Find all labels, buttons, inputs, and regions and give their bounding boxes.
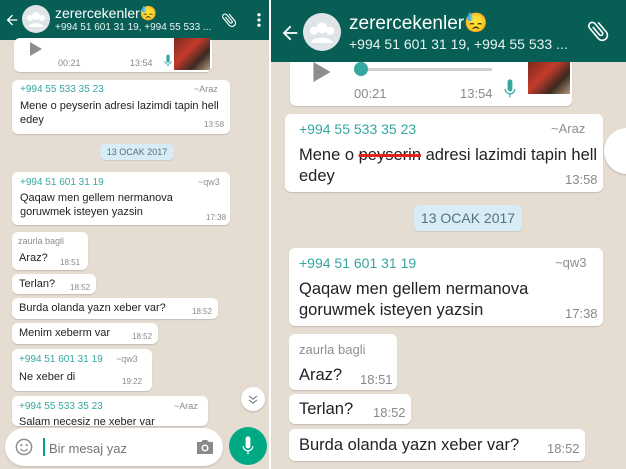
chat-title-emoji: 😓: [464, 13, 488, 34]
message-bubble-8[interactable]: +994 55 533 35 23 ~Araz Salam necesiz ne…: [12, 396, 208, 428]
message-sender-name: ~qw3: [555, 255, 587, 270]
mic-icon: [504, 79, 516, 98]
audio-sender-thumbnail: [174, 38, 210, 70]
message-time: 18:52: [132, 332, 153, 341]
message-sender[interactable]: +994 55 533 35 23: [19, 401, 103, 412]
message-input[interactable]: [47, 437, 181, 459]
message-time: 18:52: [192, 307, 213, 316]
message-text: Burda olanda yazn xeber var?: [299, 436, 520, 454]
voice-record-button[interactable]: [229, 427, 267, 465]
message-text: Ne xeber di: [19, 371, 76, 383]
more-vert-icon[interactable]: [254, 11, 264, 29]
paperclip-icon[interactable]: [220, 11, 238, 29]
message-bubble-1[interactable]: +994 55 533 35 23 ~Araz Mene o peyserin …: [12, 80, 230, 134]
message-bubble-5[interactable]: Burda olanda yazn xeber var? 18:52: [12, 298, 218, 319]
audio-progress-track: [354, 68, 492, 71]
message-time: 17:38: [565, 306, 598, 321]
audio-timestamp: 13:54: [130, 58, 153, 68]
mic-icon: [164, 54, 172, 67]
audio-elapsed: 00:21: [58, 58, 81, 68]
message-sender-name: ~Araz: [551, 121, 586, 136]
chat-subtitle: +994 51 601 31 19, +994 55 533 ...: [55, 22, 212, 33]
audio-message: 00:21 13:54: [14, 38, 212, 72]
camera-icon[interactable]: [195, 438, 215, 456]
emoji-icon[interactable]: [15, 438, 33, 456]
audio-elapsed: 00:21: [354, 86, 387, 101]
back-arrow-icon[interactable]: [4, 12, 20, 28]
message-text: Burda olanda yazn xeber var?: [19, 302, 166, 314]
message-time: 13:58: [565, 172, 598, 187]
message-bubble-2[interactable]: +994 51 601 31 19 ~qw3 Qaqaw men gellem …: [289, 248, 603, 326]
audio-seek-handle[interactable]: [354, 62, 368, 76]
message-text: Araz?: [19, 252, 48, 264]
group-avatar[interactable]: [303, 13, 341, 51]
message-bubble-2[interactable]: +994 51 601 31 19 ~qw3 Qaqaw men gellem …: [12, 172, 230, 225]
message-sender[interactable]: zaurla bagli: [299, 342, 366, 357]
message-bubble-6[interactable]: Menim xeberm var 18:52: [12, 323, 158, 344]
message-sender[interactable]: +994 55 533 35 23: [299, 121, 416, 137]
chat-title-emoji: 😓: [139, 5, 158, 21]
message-time: 18:52: [70, 283, 91, 292]
mic-icon: [242, 436, 254, 455]
message-text: Terlan?: [299, 400, 354, 418]
message-time: 18:52: [547, 441, 580, 456]
audio-sender-thumbnail: [528, 62, 570, 94]
message-bubble-1[interactable]: +994 55 533 35 23 ~Araz Mene o peyserin …: [285, 114, 603, 192]
chat-title[interactable]: zerercekenler😓: [349, 11, 579, 35]
group-avatar-icon: [309, 22, 335, 43]
message-sender-name: ~Araz: [194, 84, 218, 94]
group-avatar[interactable]: [22, 5, 50, 33]
chat-header: zerercekenler😓 +994 51 601 31 19, +994 5…: [0, 0, 269, 40]
forward-shortcut-button[interactable]: [604, 128, 626, 174]
text-cursor: [43, 438, 45, 456]
chat-header-zoom: zerercekenler😓 +994 51 601 31 19, +994 5…: [271, 0, 626, 62]
chat-panel-right: zerercekenler😓 +994 51 601 31 19, +994 5…: [271, 0, 626, 469]
paperclip-icon[interactable]: [585, 18, 611, 44]
back-arrow-icon[interactable]: [279, 22, 301, 44]
message-time: 19:22: [122, 377, 143, 386]
message-sender-name: ~Araz: [174, 401, 198, 411]
message-time: 17:38: [206, 213, 227, 222]
message-sender-name: ~qw3: [198, 177, 220, 187]
message-text: Qaqaw men gellem nermanova goruwmek iste…: [20, 192, 173, 218]
date-divider: 13 OCAK 2017: [414, 205, 522, 231]
message-text: Qaqaw men gellem nermanova goruwmek iste…: [299, 280, 529, 319]
message-sender[interactable]: +994 51 601 31 19: [19, 354, 103, 365]
date-divider: 13 OCAK 2017: [100, 144, 174, 160]
message-time: 18:52: [373, 405, 406, 420]
message-sender[interactable]: zaurla bagli: [18, 236, 64, 246]
message-time: 13:58: [204, 120, 225, 129]
chat-title-text: zerercekenler: [349, 13, 465, 34]
audio-message: 00:21 13:54: [290, 62, 572, 106]
chat-title-text: zerercekenler: [55, 5, 140, 21]
scroll-down-button[interactable]: [241, 387, 265, 411]
audio-timestamp: 13:54: [460, 86, 493, 101]
message-sender[interactable]: +994 51 601 31 19: [20, 177, 104, 188]
message-time: 18:51: [360, 372, 393, 387]
message-bubble-3[interactable]: zaurla bagli Araz? 18:51: [12, 232, 88, 270]
message-sender[interactable]: +994 51 601 31 19: [299, 255, 416, 271]
message-bubble-5[interactable]: Burda olanda yazn xeber var? 18:52: [289, 429, 585, 461]
message-text: Mene o peyserin adresi lazimdi tapin hel…: [299, 146, 598, 185]
message-time: 18:51: [60, 258, 81, 267]
chat-subtitle: +994 51 601 31 19, +994 55 533 ...: [349, 36, 568, 52]
message-text: Araz?: [299, 366, 343, 384]
message-text: Terlan?: [19, 278, 56, 290]
message-bubble-4[interactable]: Terlan? 18:52: [12, 274, 96, 294]
composer-bar: [5, 428, 223, 466]
chat-title[interactable]: zerercekenler😓: [55, 5, 205, 22]
message-sender-name: ~qw3: [116, 354, 138, 364]
message-bubble-3[interactable]: zaurla bagli Araz? 18:51: [289, 334, 397, 390]
group-avatar-icon: [27, 12, 45, 27]
chevron-down-icon: [248, 395, 258, 404]
message-sender[interactable]: +994 55 533 35 23: [20, 84, 104, 95]
chat-panel-left: zerercekenler😓 +994 51 601 31 19, +994 5…: [0, 0, 269, 469]
message-text: Menim xeberm var: [19, 327, 111, 339]
message-bubble-7[interactable]: +994 51 601 31 19 ~qw3 Ne xeber di 19:22: [12, 349, 152, 391]
message-text: Mene o peyserin adresi lazimdi tapin hel…: [20, 100, 219, 126]
play-icon[interactable]: [313, 62, 331, 82]
message-bubble-4[interactable]: Terlan? 18:52: [289, 394, 411, 424]
play-icon[interactable]: [28, 42, 44, 56]
